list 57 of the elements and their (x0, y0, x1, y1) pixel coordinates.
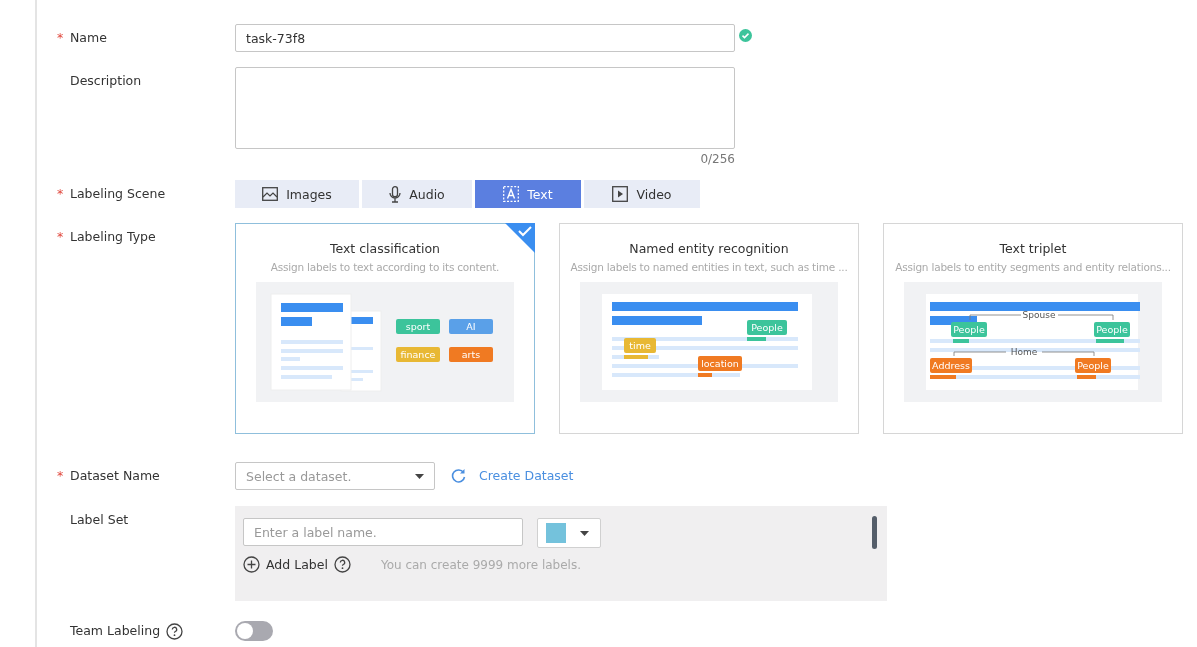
description-field[interactable] (235, 67, 735, 149)
scrollbar[interactable] (872, 516, 877, 549)
field-label: Label Set (70, 511, 129, 529)
relation-connector: Spouse (969, 310, 1114, 321)
microphone-icon (389, 185, 402, 203)
entity-tag: sport (396, 319, 440, 334)
required-mark: * (57, 228, 64, 246)
field-label: Description (70, 72, 142, 90)
entity-tag: AI (449, 319, 493, 334)
labeling-type-card[interactable]: Text classification Assign labels to text according to its content. sport AI finance arts (235, 223, 535, 434)
scene-tab[interactable]: Images (235, 180, 359, 208)
label-name-field[interactable]: Enter a label name. (243, 518, 523, 546)
entity-tag: People (747, 320, 787, 335)
color-picker[interactable] (537, 518, 601, 548)
card-title: Text classification (329, 241, 441, 256)
entity-tag: Address (930, 358, 972, 373)
card-description: Assign labels to named entities in text, such as time ... (570, 261, 848, 273)
refresh-icon[interactable] (451, 468, 466, 483)
entity-tag: People (1075, 358, 1111, 373)
help-icon[interactable] (166, 622, 184, 640)
field-label: Name (70, 29, 107, 47)
relation-connector: Home (953, 347, 1095, 357)
card-title: Text triplet (999, 241, 1067, 256)
labeling-type-card[interactable]: Named entity recognition Assign labels to named entities in text, such as time ... People time location (559, 223, 859, 434)
entity-tag: time (624, 338, 656, 353)
field-label: Labeling Type (70, 228, 156, 246)
field-label: Dataset Name (70, 467, 160, 485)
field-label: Labeling Scene (70, 185, 166, 203)
field-label: Team Labeling (70, 622, 161, 640)
selected-check-icon (505, 223, 535, 253)
entity-tag: finance (396, 347, 440, 362)
card-title: Named entity recognition (629, 241, 789, 256)
character-counter: 0/256 (699, 152, 735, 166)
add-icon[interactable] (243, 556, 260, 573)
text-box-icon (503, 186, 520, 202)
entity-tag: People (1094, 322, 1130, 337)
name-field[interactable]: task-73f8 (235, 24, 735, 52)
add-label-link[interactable]: Add Label (266, 557, 328, 572)
entity-tag: People (951, 322, 987, 337)
required-mark: * (57, 29, 64, 47)
entity-tag: location (698, 356, 742, 371)
scene-tab[interactable]: Video (584, 180, 700, 208)
play-icon (612, 186, 629, 202)
entity-tag: arts (449, 347, 493, 362)
team-labeling-toggle[interactable] (235, 621, 273, 641)
picture-icon (262, 187, 279, 201)
required-mark: * (57, 185, 64, 203)
scene-tab[interactable]: Text (475, 180, 581, 208)
caret-icon (580, 530, 589, 536)
card-description: Assign labels to text according to its content. (270, 261, 500, 273)
help-icon[interactable] (333, 556, 351, 573)
card-description: Assign labels to entity segments and entity relations... (895, 261, 1171, 273)
required-mark: * (57, 467, 64, 485)
labeling-type-card[interactable]: Text triplet Assign labels to entity segments and entity relations... Spouse Home People People Address People (883, 223, 1183, 434)
caret-icon (415, 473, 424, 479)
label-limit-hint: You can create 9999 more labels. (380, 557, 582, 572)
scene-tab[interactable]: Audio (362, 180, 472, 208)
